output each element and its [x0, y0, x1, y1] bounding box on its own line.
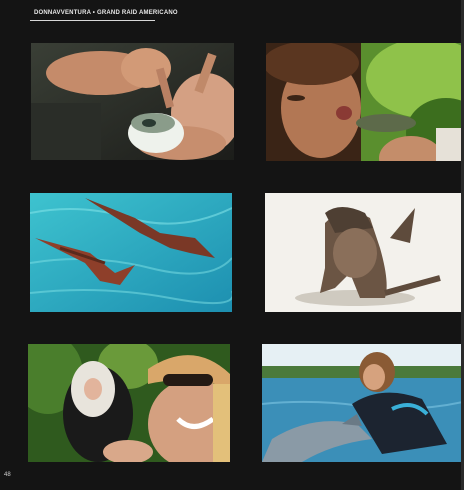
header-divider	[30, 20, 155, 21]
photo-turtle-hatchling	[31, 43, 234, 160]
page-header: DONNAVVENTURA • GRAND RAID AMERICANO	[34, 10, 178, 16]
header-section: GRAND RAID AMERICANO	[96, 10, 178, 16]
photo-sharks-shallow-water	[30, 193, 232, 312]
photo-woman-kissing-iguana	[266, 43, 463, 161]
photo-woman-with-monkey	[28, 344, 230, 462]
page-number: 48	[4, 472, 11, 478]
photo-iguana-on-sand	[265, 193, 463, 312]
header-brand: DONNAVVENTURA	[34, 10, 91, 16]
photo-woman-with-dolphin	[262, 344, 463, 462]
